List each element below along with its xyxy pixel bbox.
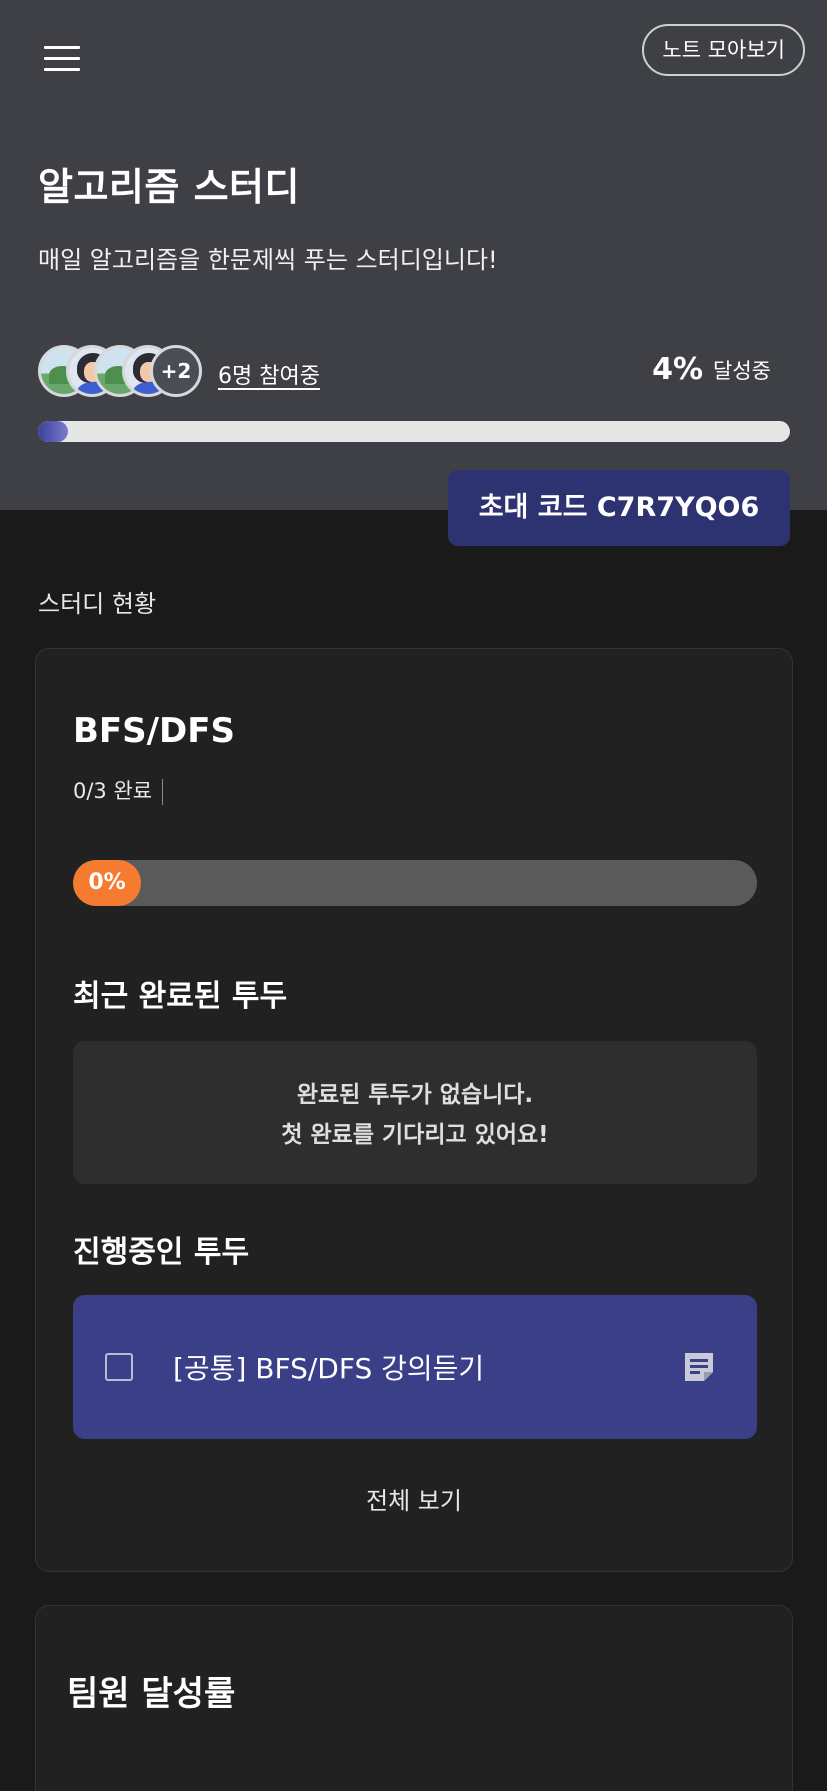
todo-checkbox[interactable] bbox=[105, 1353, 133, 1381]
todo-progress-bar: 0% bbox=[73, 860, 757, 906]
participants-link[interactable]: 6명 참여중 bbox=[218, 358, 320, 390]
avatar-more-count: +2 bbox=[150, 345, 202, 397]
active-todos-heading: 진행중인 투두 bbox=[73, 1235, 250, 1270]
study-progress-fill bbox=[38, 421, 69, 442]
hamburger-menu-icon[interactable] bbox=[44, 46, 80, 72]
empty-message-line: 첫 완료를 기다리고 있어요! bbox=[281, 1122, 549, 1148]
team-achievement-card: 팀원 달성률 bbox=[35, 1605, 793, 1791]
study-description: 매일 알고리즘을 한문제씩 푸는 스터디입니다! bbox=[38, 246, 498, 274]
participant-avatars[interactable]: +2 bbox=[38, 345, 208, 399]
achievement-percent: 4% bbox=[652, 352, 704, 387]
study-page: 노트 모아보기 알고리즘 스터디 매일 알고리즘을 한문제씩 푸는 스터디입니다… bbox=[0, 0, 827, 1791]
recent-todos-heading: 최근 완료된 투두 bbox=[73, 979, 288, 1014]
study-title: 알고리즘 스터디 bbox=[38, 165, 300, 209]
empty-message-line: 완료된 투두가 없습니다. bbox=[296, 1082, 534, 1108]
achievement-rate: 4% 달성중 bbox=[652, 352, 771, 387]
todo-completion-count: 0/3 완료 bbox=[73, 775, 164, 805]
study-progress-bar bbox=[38, 421, 790, 442]
empty-recent-todos: 완료된 투두가 없습니다. 첫 완료를 기다리고 있어요! bbox=[73, 1041, 757, 1184]
team-achievement-title: 팀원 달성률 bbox=[67, 1674, 236, 1714]
todo-progress-fill: 0% bbox=[73, 860, 141, 906]
note-icon[interactable] bbox=[681, 1349, 717, 1385]
divider bbox=[162, 779, 164, 805]
achievement-label: 달성중 bbox=[713, 358, 771, 383]
todo-status-card: BFS/DFS 0/3 완료 0% 최근 완료된 투두 완료된 투두가 없습니다… bbox=[35, 648, 793, 1572]
todo-count-text: 0/3 완료 bbox=[73, 779, 153, 803]
notes-collection-button[interactable]: 노트 모아보기 bbox=[642, 24, 805, 76]
see-all-button[interactable]: 전체 보기 bbox=[36, 1481, 792, 1516]
todo-item-text: [공통] BFS/DFS 강의듣기 bbox=[173, 1352, 485, 1385]
invite-code-button[interactable]: 초대 코드 C7R7YQO6 bbox=[448, 470, 790, 546]
section-label: 스터디 현황 bbox=[38, 590, 157, 618]
todo-name: BFS/DFS bbox=[73, 711, 235, 751]
todo-item[interactable]: [공통] BFS/DFS 강의듣기 bbox=[73, 1295, 757, 1439]
study-header: 노트 모아보기 알고리즘 스터디 매일 알고리즘을 한문제씩 푸는 스터디입니다… bbox=[0, 0, 827, 510]
